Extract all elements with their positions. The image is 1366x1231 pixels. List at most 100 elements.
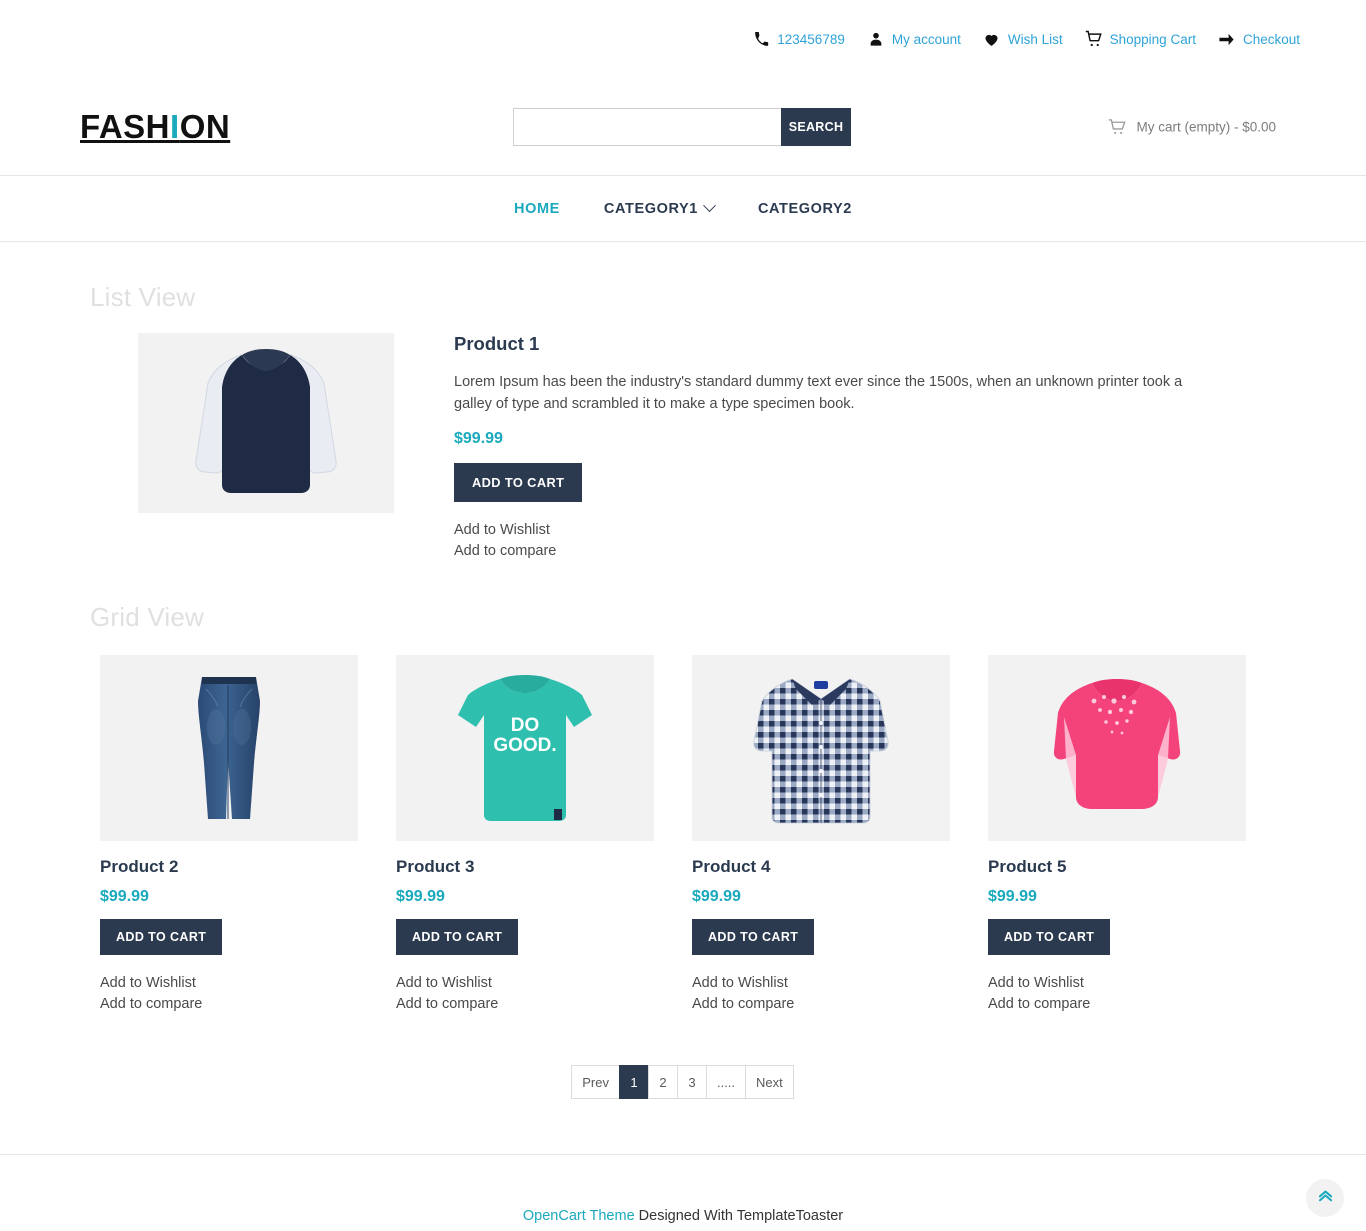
grid-product-card: Product 4 $99.99 ADD TO CART Add to Wish… (692, 654, 958, 1015)
grid-product-card: DO GOOD. Product 3 $99.99 ADD TO CART Ad… (396, 654, 662, 1015)
top-link-my-account-label: My account (891, 31, 961, 47)
top-link-shopping-cart-label: Shopping Cart (1109, 31, 1196, 47)
product-price: $99.99 (396, 887, 445, 905)
nav-item-home[interactable]: HOME (492, 201, 582, 217)
search-button[interactable]: SEARCH (781, 107, 851, 146)
product-price: $99.99 (692, 887, 741, 905)
grid-product-card: Product 2 $99.99 ADD TO CART Add to Wish… (100, 654, 366, 1015)
product-title: Product 1 (454, 333, 540, 354)
navy-gingham-dress-shirt-graphic (692, 654, 950, 841)
double-chevron-up-icon (1316, 1186, 1335, 1210)
cart-summary[interactable]: My cart (empty) - $0.00 (1108, 117, 1276, 136)
nav-item-category2[interactable]: CATEGORY2 (736, 201, 874, 217)
grid-view-heading: Grid View (90, 601, 205, 632)
add-to-compare-link[interactable]: Add to compare (988, 994, 1254, 1015)
add-to-cart-button[interactable]: ADD TO CART (692, 918, 815, 955)
logo-text-end: ON (179, 108, 231, 145)
add-to-cart-button[interactable]: ADD TO CART (100, 918, 223, 955)
top-link-phone[interactable]: 123456789 (752, 30, 845, 48)
arrow-icon (1218, 30, 1236, 48)
heart-icon (983, 30, 1001, 48)
nav-item-category2-label: CATEGORY2 (757, 200, 852, 217)
main-content: List View Product 1 Lorem Ipsum has been… (0, 242, 1366, 1099)
top-link-shopping-cart[interactable]: Shopping Cart (1085, 30, 1196, 48)
add-to-wishlist-link[interactable]: Add to Wishlist (100, 973, 366, 994)
product-title: Product 5 (988, 856, 1067, 876)
scroll-to-top-button[interactable] (1306, 1179, 1344, 1217)
add-to-wishlist-link[interactable]: Add to Wishlist (454, 520, 1204, 541)
search-input[interactable] (513, 107, 781, 146)
logo-text-main: FASH (80, 108, 171, 145)
product-image-product-1[interactable] (138, 333, 394, 513)
logo-text-accent: I (170, 108, 180, 145)
main-navigation: HOME CATEGORY1 CATEGORY2 (0, 176, 1366, 242)
footer-credit-rest: Designed With TemplateToaster (634, 1207, 844, 1224)
product-image-product-4[interactable] (692, 654, 950, 841)
opencart-theme-link[interactable]: OpenCart Theme (523, 1208, 635, 1224)
list-view-heading: List View (90, 282, 196, 312)
grid-product-card: Product 5 $99.99 ADD TO CART Add to Wish… (988, 654, 1254, 1015)
product-price: $99.99 (454, 429, 503, 447)
site-logo[interactable]: FASHION (80, 110, 230, 143)
add-to-cart-button[interactable]: ADD TO CART (988, 918, 1111, 955)
add-to-wishlist-link[interactable]: Add to Wishlist (692, 973, 958, 994)
cart-icon (1108, 117, 1127, 136)
pagination-next[interactable]: Next (745, 1065, 794, 1099)
footer-credit: OpenCart Theme Designed With TemplateToa… (523, 1208, 843, 1224)
cart-summary-label: My cart (empty) - $0.00 (1136, 119, 1276, 134)
add-to-compare-link[interactable]: Add to compare (454, 541, 1204, 562)
teal-do-good-tshirt-graphic: DO GOOD. (396, 654, 654, 841)
product-secondary-links: Add to Wishlist Add to compare (454, 520, 1204, 562)
blue-denim-jeans-graphic (100, 654, 358, 841)
product-title: Product 3 (396, 856, 475, 876)
pagination: Prev 1 2 3 ..... Next (80, 1065, 1286, 1099)
product-secondary-links: Add to Wishlist Add to compare (100, 973, 366, 1015)
top-link-wish-list[interactable]: Wish List (983, 30, 1063, 48)
product-price: $99.99 (988, 887, 1037, 905)
site-header: FASHION SEARCH My cart (empty) - $0.00 (0, 78, 1366, 176)
pagination-prev[interactable]: Prev (571, 1065, 620, 1099)
product-secondary-links: Add to Wishlist Add to compare (692, 973, 958, 1015)
product-description: Lorem Ipsum has been the industry's stan… (454, 374, 1183, 413)
pagination-page-1[interactable]: 1 (618, 1065, 649, 1099)
search-form: SEARCH (513, 107, 851, 146)
user-icon (867, 30, 885, 48)
list-view-product-info: Product 1 Lorem Ipsum has been the indus… (394, 333, 1204, 562)
chevron-down-icon (703, 199, 716, 213)
nav-item-category1[interactable]: CATEGORY1 (582, 199, 736, 217)
add-to-compare-link[interactable]: Add to compare (100, 994, 366, 1015)
top-link-phone-label: 123456789 (777, 31, 845, 47)
product-title: Product 4 (692, 856, 771, 876)
tshirt-graphic-text-line1: DO (511, 715, 540, 736)
pagination-page-2[interactable]: 2 (647, 1065, 678, 1099)
cart-icon (1085, 30, 1103, 48)
add-to-wishlist-link[interactable]: Add to Wishlist (988, 973, 1254, 994)
pagination-page-ellipsis[interactable]: ..... (705, 1065, 747, 1099)
list-view-product: Product 1 Lorem Ipsum has been the indus… (80, 313, 1286, 562)
product-price: $99.99 (100, 887, 149, 905)
add-to-wishlist-link[interactable]: Add to Wishlist (396, 973, 662, 994)
grid-view-products: Product 2 $99.99 ADD TO CART Add to Wish… (80, 633, 1286, 1015)
product-secondary-links: Add to Wishlist Add to compare (988, 973, 1254, 1015)
product-image-product-2[interactable] (100, 654, 358, 841)
product-secondary-links: Add to Wishlist Add to compare (396, 973, 662, 1015)
nav-item-category1-label: CATEGORY1 (603, 200, 698, 217)
top-utility-bar: 123456789 My account Wish List Shopping … (0, 0, 1366, 78)
phone-icon (752, 30, 770, 48)
pagination-page-3[interactable]: 3 (676, 1065, 707, 1099)
add-to-compare-link[interactable]: Add to compare (396, 994, 662, 1015)
product-image-product-3[interactable]: DO GOOD. (396, 654, 654, 841)
nav-item-home-label: HOME (514, 200, 560, 217)
add-to-cart-button[interactable]: ADD TO CART (396, 918, 519, 955)
top-link-my-account[interactable]: My account (867, 30, 961, 48)
top-link-checkout-label: Checkout (1242, 31, 1300, 47)
product-title: Product 2 (100, 856, 179, 876)
top-link-wish-list-label: Wish List (1007, 31, 1063, 47)
product-image-product-5[interactable] (988, 654, 1246, 841)
navy-raglan-longsleeve-shirt-graphic (138, 333, 394, 513)
add-to-cart-button[interactable]: ADD TO CART (454, 462, 583, 502)
top-links-group: 123456789 My account Wish List Shopping … (730, 30, 1300, 48)
top-link-checkout[interactable]: Checkout (1218, 30, 1300, 48)
site-footer: OpenCart Theme Designed With TemplateToa… (0, 1154, 1366, 1231)
add-to-compare-link[interactable]: Add to compare (692, 994, 958, 1015)
